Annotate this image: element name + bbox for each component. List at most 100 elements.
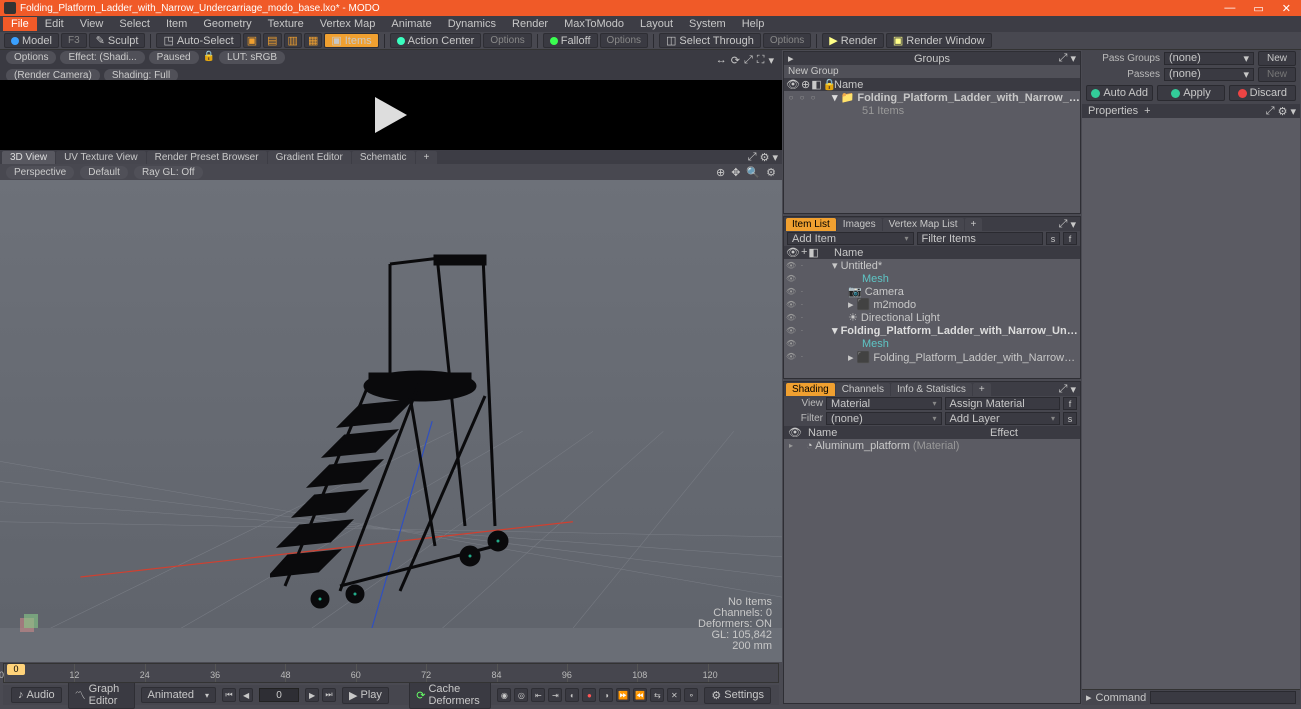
addlayer-dd[interactable]: Add Layer▾: [945, 412, 1061, 425]
to-start-icon[interactable]: ⏮: [222, 688, 236, 702]
tab-itemlist[interactable]: Item List: [786, 218, 836, 231]
preview-paused[interactable]: Paused: [149, 51, 199, 64]
tab-gradient[interactable]: Gradient Editor: [268, 151, 351, 164]
animated-dd[interactable]: Animated▾: [141, 687, 217, 703]
sel-edge-button[interactable]: ▤: [263, 33, 281, 48]
sh-vis-icon[interactable]: 👁: [788, 427, 802, 439]
il-name-header[interactable]: Name: [830, 247, 1080, 259]
tab-preset[interactable]: Render Preset Browser: [147, 151, 267, 164]
minimize-button[interactable]: —: [1224, 2, 1235, 15]
menu-texture[interactable]: Texture: [260, 17, 312, 31]
step-back-icon[interactable]: ◀: [239, 688, 253, 702]
apply-button[interactable]: Apply: [1157, 85, 1224, 101]
sel-face-button[interactable]: ▥: [284, 33, 302, 48]
tab-channels[interactable]: Channels: [836, 383, 890, 396]
passes-dd[interactable]: (none)▾: [1164, 68, 1254, 81]
il-rb1[interactable]: s: [1046, 232, 1060, 245]
sculpt-button[interactable]: ✎Sculpt: [89, 33, 146, 48]
bb-i11[interactable]: ✕: [667, 688, 681, 702]
autoadd-button[interactable]: Auto Add: [1086, 85, 1153, 101]
bb-i1[interactable]: ◉: [497, 688, 511, 702]
menu-file[interactable]: File: [3, 17, 37, 31]
render-preview[interactable]: [0, 80, 782, 150]
action-center-button[interactable]: Action Center: [390, 33, 482, 48]
passgroups-new-button[interactable]: New: [1258, 51, 1296, 66]
menu-system[interactable]: System: [681, 17, 734, 31]
menu-view[interactable]: View: [72, 17, 112, 31]
vp-orbit-icon[interactable]: ⊕: [716, 166, 725, 179]
options1-button[interactable]: Options: [483, 33, 531, 48]
sh-rb1[interactable]: f: [1063, 397, 1077, 410]
select-through-button[interactable]: ◫Select Through: [659, 33, 761, 48]
properties-header[interactable]: Properties+ ⤢⚙▾: [1082, 104, 1300, 118]
il-max-icon[interactable]: ⤢: [1059, 218, 1068, 231]
view-dd[interactable]: Material▾: [826, 397, 942, 410]
sh-effect-header[interactable]: Effect: [990, 427, 1080, 439]
settings-button[interactable]: ⚙Settings: [704, 687, 771, 704]
item-list[interactable]: 👁·▾ Untitled*👁Mesh👁·📷 Camera👁·▸ ⬛ m2modo…: [784, 259, 1080, 378]
tab-uv[interactable]: UV Texture View: [56, 151, 146, 164]
step-fwd-icon[interactable]: ▶: [305, 688, 319, 702]
vis-icon[interactable]: 👁: [786, 78, 800, 91]
preview-lut[interactable]: LUT: sRGB: [219, 51, 285, 64]
vp-pan-icon[interactable]: ✥: [731, 166, 740, 179]
il-col-icon[interactable]: ◧: [808, 246, 818, 259]
filter-items-dd[interactable]: Filter Items: [917, 232, 1044, 245]
groups-name-header[interactable]: Name: [830, 79, 1080, 91]
timeline-cursor[interactable]: 0: [7, 664, 25, 675]
auto-select-button[interactable]: ◳Auto-Select: [156, 33, 240, 48]
il-vis-icon[interactable]: 👁: [786, 246, 800, 259]
menu-help[interactable]: Help: [734, 17, 773, 31]
tab-schematic[interactable]: Schematic: [352, 151, 415, 164]
passes-new-button[interactable]: New: [1258, 67, 1296, 82]
viewport-3d[interactable]: No ItemsChannels: 0 Deformers: ONGL: 105…: [0, 180, 782, 662]
tab-shading[interactable]: Shading: [786, 383, 835, 396]
sh-menu-icon[interactable]: ▾: [1070, 383, 1076, 396]
item-row-5[interactable]: 👁·▾ Folding_Platform_Ladder_with_Narrow_…: [784, 324, 1080, 337]
play-button[interactable]: ▶Play: [342, 687, 389, 704]
groups-menu-icon[interactable]: ▾: [1070, 52, 1076, 65]
audio-button[interactable]: ♪Audio: [11, 687, 62, 703]
vp-default[interactable]: Default: [80, 166, 128, 179]
bb-i9[interactable]: ⏪: [633, 688, 647, 702]
preview-rot-icon[interactable]: ↔: [716, 54, 727, 67]
close-button[interactable]: ✕: [1282, 2, 1291, 15]
lock-icon[interactable]: 🔒: [203, 51, 215, 64]
item-row-7[interactable]: 👁·▸ ⬛ Folding_Platform_Ladder_with_Narro…: [784, 350, 1080, 363]
grp-ic3[interactable]: ◧: [811, 78, 821, 91]
item-row-1[interactable]: 👁Mesh: [784, 272, 1080, 285]
add-item-dd[interactable]: Add Item▾: [787, 232, 914, 245]
render-button[interactable]: ▶Render: [822, 33, 884, 48]
bb-i12[interactable]: ⚬: [684, 688, 698, 702]
groups-row-1[interactable]: ▾ 📁 Folding_Platform_Ladder_with_Narrow_…: [830, 91, 1080, 104]
bb-i10[interactable]: ⇆: [650, 688, 664, 702]
menu-vertex-map[interactable]: Vertex Map: [312, 17, 384, 31]
bb-i8[interactable]: ⏩: [616, 688, 630, 702]
preview-menu-icon[interactable]: ▾: [768, 54, 774, 67]
grp-ic2[interactable]: ⊕: [801, 78, 810, 91]
preview-zoom-icon[interactable]: ⤢: [744, 54, 753, 67]
new-group-button[interactable]: New Group: [784, 65, 1080, 78]
tab-vmap[interactable]: Vertex Map List: [883, 218, 964, 231]
groups-max-icon[interactable]: ⤢: [1059, 52, 1068, 65]
timeline[interactable]: 0 12 24 36 48 60 72 84 96 108 120 0: [3, 663, 779, 683]
tab-add3[interactable]: +: [973, 383, 991, 396]
preview-max-icon[interactable]: ⛶: [757, 54, 765, 67]
groups-list[interactable]: ○○○ ▾ 📁 Folding_Platform_Ladder_with_Nar…: [784, 91, 1080, 213]
menu-layout[interactable]: Layout: [632, 17, 681, 31]
menu-geometry[interactable]: Geometry: [195, 17, 259, 31]
item-row-0[interactable]: 👁·▾ Untitled*: [784, 259, 1080, 272]
falloff-button[interactable]: Falloff: [543, 33, 598, 48]
item-row-4[interactable]: 👁·☀ Directional Light: [784, 311, 1080, 324]
il-plus-icon[interactable]: +: [801, 246, 807, 259]
groups-collapse-icon[interactable]: ▸: [788, 52, 794, 65]
tab-images[interactable]: Images: [837, 218, 882, 231]
bb-i6[interactable]: ●: [582, 688, 596, 702]
sel-mat-button[interactable]: ▦: [304, 33, 322, 48]
preview-refresh-icon[interactable]: ⟳: [731, 54, 740, 67]
tab-3dview[interactable]: 3D View: [2, 151, 55, 164]
bb-i7[interactable]: ◑: [599, 688, 613, 702]
sh-name-header[interactable]: Name: [804, 427, 990, 439]
model-button[interactable]: Model: [4, 33, 59, 48]
vp-raygl[interactable]: Ray GL: Off: [134, 166, 203, 179]
